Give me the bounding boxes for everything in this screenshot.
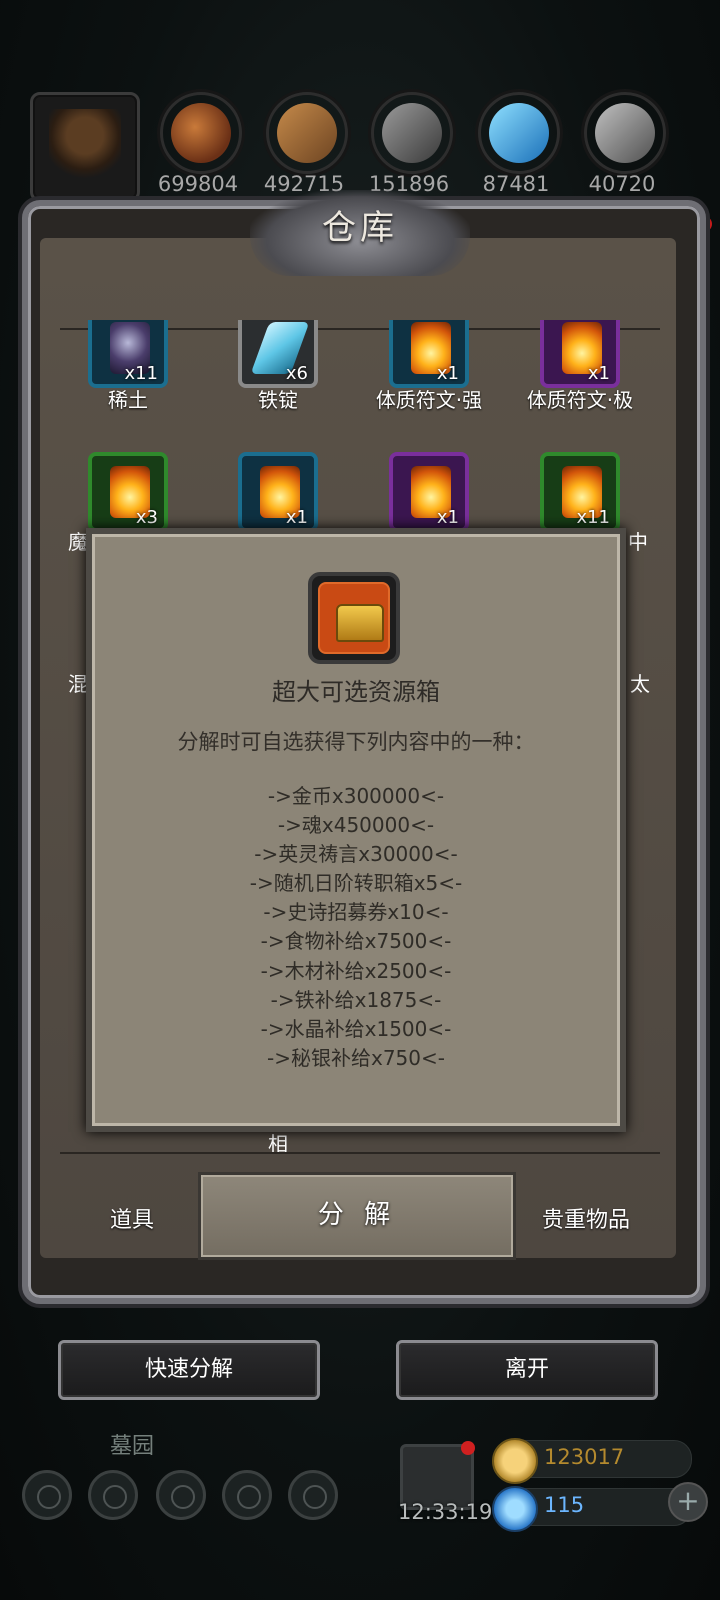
- popup-item-name: 超大可选资源箱: [272, 678, 440, 706]
- menu-round-icon[interactable]: [222, 1470, 272, 1520]
- item-slot-rune-extreme[interactable]: x1: [540, 320, 620, 388]
- item-name: 体质符文·强: [375, 388, 483, 412]
- reward-option: ->食物补给x7500<-: [260, 929, 452, 954]
- decompose-label: 分 解: [317, 1200, 397, 1230]
- leave-button[interactable]: 离开: [396, 1340, 658, 1400]
- item-slot[interactable]: x1: [389, 452, 469, 532]
- crystal-resource-icon: [478, 92, 560, 174]
- bottom-divider: [60, 1152, 660, 1154]
- item-name-partial: 混: [68, 672, 88, 696]
- item-name-partial: 魔: [68, 530, 88, 554]
- hero-avatar-icon: [49, 109, 121, 185]
- crystal-amount: 87481: [482, 172, 550, 196]
- gem-amount: 115: [544, 1493, 585, 1517]
- settings-gear-icon[interactable]: [22, 1470, 72, 1520]
- reward-option: ->水晶补给x1500<-: [260, 1016, 452, 1041]
- popup-description: 分解时可自选获得下列内容中的一种：: [177, 730, 535, 754]
- item-slot[interactable]: x11: [540, 452, 620, 532]
- item-name-partial: 中: [628, 530, 648, 554]
- gold-amount: 123017: [544, 1445, 625, 1469]
- reward-option: ->秘银补给x750<-: [267, 1045, 445, 1070]
- item-slot-iron-ingot[interactable]: x6: [238, 320, 318, 388]
- decompose-button[interactable]: 分 解: [198, 1172, 516, 1260]
- clock-display: 12:33:19: [398, 1500, 493, 1524]
- quick-decompose-button[interactable]: 快速分解: [58, 1340, 320, 1400]
- reward-option: ->魂x450000<-: [277, 813, 435, 838]
- mithril-amount: 40720: [588, 172, 656, 196]
- reward-option-list: ->金币x300000<- ->魂x450000<- ->英灵祷言x30000<…: [86, 782, 626, 1073]
- tab-items[interactable]: 道具: [110, 1202, 154, 1234]
- tab-valuables[interactable]: 贵重物品: [542, 1202, 630, 1234]
- warehouse-title: 仓库: [322, 208, 398, 248]
- reward-option: ->随机日阶转职箱x5<-: [249, 871, 463, 896]
- item-slot-rune-strong[interactable]: x1: [389, 320, 469, 388]
- popup-item-slot: [308, 572, 400, 664]
- hero-portrait[interactable]: [30, 92, 140, 202]
- reward-option: ->木材补给x2500<-: [260, 958, 452, 983]
- reward-option: ->史诗招募券x10<-: [263, 900, 449, 925]
- food-amount: 699804: [157, 172, 239, 196]
- wood-resource-icon: [266, 92, 348, 174]
- gem-icon: [492, 1486, 538, 1532]
- menu-round-icon[interactable]: [288, 1470, 338, 1520]
- item-name-partial: 太: [630, 672, 650, 696]
- notification-dot: [461, 1441, 475, 1455]
- food-resource-icon: [160, 92, 242, 174]
- menu-round-icon[interactable]: [88, 1470, 138, 1520]
- reward-option: ->英灵祷言x30000<-: [254, 842, 458, 867]
- chest-icon: [336, 604, 384, 642]
- iron-resource-icon: [371, 92, 453, 174]
- reward-option: ->铁补给x1875<-: [270, 987, 442, 1012]
- mithril-resource-icon: [584, 92, 666, 174]
- item-slot[interactable]: x3: [88, 452, 168, 532]
- item-name: 体质符文·极: [526, 388, 634, 412]
- item-slot[interactable]: x1: [238, 452, 318, 532]
- menu-round-icon[interactable]: [156, 1470, 206, 1520]
- gold-coin-icon: [492, 1438, 538, 1484]
- reward-option: ->金币x300000<-: [267, 784, 445, 808]
- item-slot-rare-earth[interactable]: x11: [88, 320, 168, 388]
- location-label[interactable]: 墓园: [110, 1428, 154, 1460]
- item-name: 稀土: [108, 388, 148, 412]
- item-name: 铁锭: [258, 388, 298, 412]
- add-currency-button[interactable]: +: [668, 1482, 708, 1522]
